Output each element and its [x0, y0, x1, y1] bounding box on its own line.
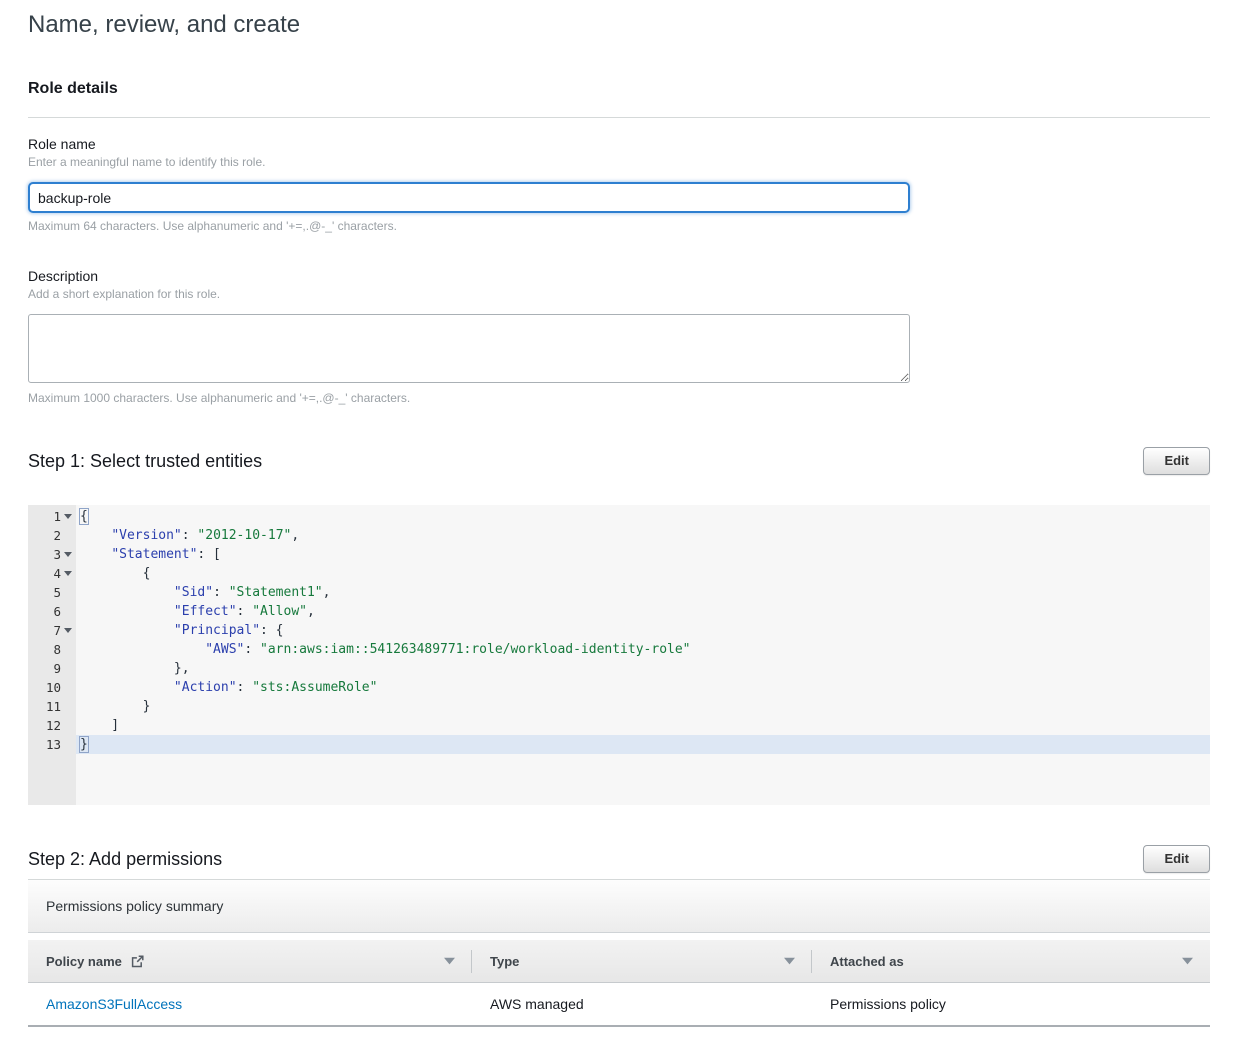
policy-link[interactable]: AmazonS3FullAccess — [46, 996, 182, 1012]
editor-line-number: 7 — [28, 621, 76, 640]
policy-table-body: AmazonS3FullAccess AWS managedPermissions… — [28, 983, 1210, 1027]
editor-line-code: "Action": "sts:AssumeRole" — [76, 678, 1210, 697]
table-cell: Permissions policy — [812, 996, 1210, 1012]
description-hint: Add a short explanation for this role. — [28, 287, 1210, 301]
step2-heading: Step 2: Add permissions — [28, 849, 222, 870]
step2-header-row: Step 2: Add permissions Edit — [28, 845, 1210, 873]
description-textarea[interactable] — [28, 314, 910, 383]
editor-line-code: ] — [76, 716, 1210, 735]
editor-line-code: "AWS": "arn:aws:iam::541263489771:role/w… — [76, 640, 1210, 659]
description-constraint: Maximum 1000 characters. Use alphanumeri… — [28, 391, 1210, 405]
role-name-hint: Enter a meaningful name to identify this… — [28, 155, 1210, 169]
table-row: AmazonS3FullAccess AWS managedPermissions… — [28, 983, 1210, 1027]
editor-line-3: 3 "Statement": [ — [28, 545, 1210, 564]
editor-line-code: { — [76, 507, 1210, 526]
permissions-summary-header: Permissions policy summary — [28, 880, 1210, 933]
step1-edit-button[interactable]: Edit — [1143, 447, 1210, 475]
fold-arrow-icon[interactable] — [64, 514, 72, 519]
column-header-policy-name: Policy name — [28, 940, 472, 982]
editor-line-6: 6 "Effect": "Allow", — [28, 602, 1210, 621]
role-details-section: Role details Role name Enter a meaningfu… — [28, 80, 1210, 405]
editor-line-code: "Principal": { — [76, 621, 1210, 640]
editor-line-number: 2 — [28, 526, 76, 545]
editor-line-number: 4 — [28, 564, 76, 583]
editor-line-9: 9 }, — [28, 659, 1210, 678]
step2-edit-button[interactable]: Edit — [1143, 845, 1210, 873]
column-header-label: Type — [490, 954, 519, 969]
role-name-field: Role name Enter a meaningful name to ide… — [28, 136, 1210, 233]
fold-arrow-icon[interactable] — [64, 628, 72, 633]
step1-section: Step 1: Select trusted entities Edit 1{2… — [28, 447, 1210, 805]
role-name-label: Role name — [28, 136, 1210, 152]
editor-line-number: 11 — [28, 697, 76, 716]
column-header-type: Type — [472, 940, 812, 982]
step1-heading: Step 1: Select trusted entities — [28, 451, 262, 472]
editor-line-5: 5 "Sid": "Statement1", — [28, 583, 1210, 602]
fold-arrow-icon[interactable] — [64, 552, 72, 557]
page: Name, review, and create Role details Ro… — [0, 0, 1242, 1027]
editor-line-11: 11 } — [28, 697, 1210, 716]
description-field: Description Add a short explanation for … — [28, 268, 1210, 405]
editor-line-1: 1{ — [28, 507, 1210, 526]
sort-down-icon[interactable] — [1181, 957, 1194, 965]
editor-line-code: { — [76, 564, 1210, 583]
policy-editor-lines: 1{2 "Version": "2012-10-17",3 "Statement… — [28, 507, 1210, 754]
divider — [28, 117, 1210, 118]
permissions-policy-table: Policy name Type Attached as AmazonS3FullA… — [28, 940, 1210, 1027]
editor-line-7: 7 "Principal": { — [28, 621, 1210, 640]
editor-line-number: 10 — [28, 678, 76, 697]
editor-line-code: "Sid": "Statement1", — [76, 583, 1210, 602]
sort-down-icon[interactable] — [783, 957, 796, 965]
policy-document-editor[interactable]: 1{2 "Version": "2012-10-17",3 "Statement… — [28, 505, 1210, 805]
editor-line-4: 4 { — [28, 564, 1210, 583]
editor-line-2: 2 "Version": "2012-10-17", — [28, 526, 1210, 545]
editor-line-number: 12 — [28, 716, 76, 735]
role-details-heading: Role details — [28, 80, 1210, 98]
editor-line-code: "Effect": "Allow", — [76, 602, 1210, 621]
column-header-label: Policy name — [46, 954, 122, 969]
policy-table-header-row: Policy name Type Attached as — [28, 940, 1210, 983]
table-cell: AWS managed — [472, 996, 812, 1012]
external-link-icon — [130, 954, 145, 969]
editor-line-8: 8 "AWS": "arn:aws:iam::541263489771:role… — [28, 640, 1210, 659]
editor-line-number: 5 — [28, 583, 76, 602]
editor-line-number: 6 — [28, 602, 76, 621]
sort-down-icon[interactable] — [443, 957, 456, 965]
editor-line-code: }, — [76, 659, 1210, 678]
role-name-constraint: Maximum 64 characters. Use alphanumeric … — [28, 219, 1210, 233]
editor-line-10: 10 "Action": "sts:AssumeRole" — [28, 678, 1210, 697]
page-title: Name, review, and create — [28, 8, 1210, 42]
column-header-attached-as: Attached as — [812, 940, 1210, 982]
table-cell: AmazonS3FullAccess — [28, 996, 472, 1012]
column-header-label: Attached as — [830, 954, 904, 969]
step1-header-row: Step 1: Select trusted entities Edit — [28, 447, 1210, 475]
editor-line-12: 12 ] — [28, 716, 1210, 735]
editor-line-13: 13} — [28, 735, 1210, 754]
editor-line-number: 3 — [28, 545, 76, 564]
editor-line-code: } — [76, 735, 1210, 754]
step2-section: Step 2: Add permissions Edit Permissions… — [28, 845, 1210, 1027]
editor-line-code: "Statement": [ — [76, 545, 1210, 564]
editor-line-number: 13 — [28, 735, 76, 754]
role-name-input[interactable] — [28, 182, 910, 213]
editor-line-number: 8 — [28, 640, 76, 659]
editor-line-number: 1 — [28, 507, 76, 526]
editor-line-code: } — [76, 697, 1210, 716]
editor-line-code: "Version": "2012-10-17", — [76, 526, 1210, 545]
fold-arrow-icon[interactable] — [64, 571, 72, 576]
editor-line-number: 9 — [28, 659, 76, 678]
description-label: Description — [28, 268, 1210, 284]
